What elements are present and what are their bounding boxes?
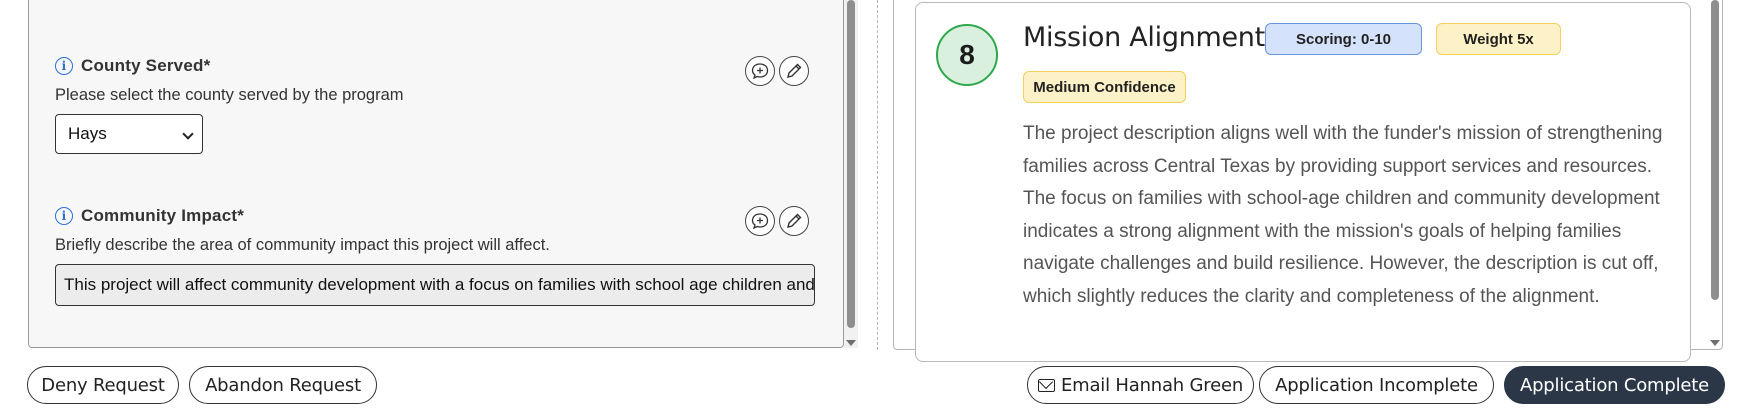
score-value-circle: 8: [936, 24, 998, 86]
chevron-down-icon: [182, 128, 194, 140]
application-incomplete-button[interactable]: Application Incomplete: [1259, 366, 1494, 404]
score-card-title: Mission Alignment: [1023, 22, 1265, 53]
form-scrollbar-thumb[interactable]: [847, 0, 855, 328]
deny-request-button[interactable]: Deny Request: [27, 366, 179, 404]
county-select-value: Hays: [68, 124, 107, 143]
mail-icon: [1037, 378, 1055, 392]
email-applicant-button[interactable]: Email Hannah Green: [1027, 366, 1254, 404]
county-served-description: Please select the county served by the p…: [55, 86, 404, 104]
pencil-icon: [787, 63, 802, 78]
community-impact-input[interactable]: This project will affect community devel…: [55, 264, 815, 306]
comment-plus-icon: [751, 63, 769, 80]
community-impact-value: This project will affect community devel…: [64, 275, 815, 294]
community-impact-field: i Community Impact* Briefly describe the…: [55, 206, 550, 255]
confidence-badge: Medium Confidence: [1023, 71, 1186, 103]
abandon-request-button[interactable]: Abandon Request: [189, 366, 377, 404]
scroll-down-arrow[interactable]: [1710, 340, 1720, 346]
panel-divider: [877, 0, 878, 350]
info-icon[interactable]: i: [55, 57, 73, 75]
edit-button[interactable]: [779, 56, 809, 86]
weight-badge: Weight 5x: [1436, 23, 1561, 55]
county-served-field: i County Served* Please select the count…: [55, 56, 404, 105]
scoring-range-badge: Scoring: 0-10: [1265, 23, 1422, 55]
comment-plus-icon: [751, 213, 769, 230]
county-select[interactable]: Hays: [55, 114, 203, 154]
community-impact-label: Community Impact*: [81, 206, 245, 225]
pencil-icon: [787, 213, 802, 228]
application-complete-button[interactable]: Application Complete: [1504, 366, 1725, 404]
county-served-label: County Served*: [81, 56, 211, 75]
community-impact-description: Briefly describe the area of community i…: [55, 236, 550, 254]
form-scrollbar[interactable]: [844, 0, 858, 348]
edit-button[interactable]: [779, 206, 809, 236]
add-comment-button[interactable]: [745, 56, 775, 86]
score-explanation: The project description aligns well with…: [1023, 123, 1663, 307]
email-applicant-label: Email Hannah Green: [1060, 374, 1244, 396]
score-scrollbar[interactable]: [1708, 0, 1722, 348]
scroll-down-arrow[interactable]: [846, 340, 856, 346]
info-icon[interactable]: i: [55, 207, 73, 225]
add-comment-button[interactable]: [745, 206, 775, 236]
score-scrollbar-thumb[interactable]: [1711, 0, 1719, 300]
